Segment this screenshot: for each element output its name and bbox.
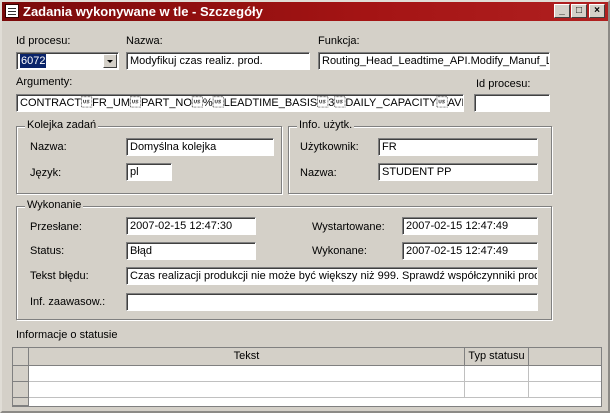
status-info-title: Informacje o statusie — [16, 329, 118, 341]
name-label: Nazwa: — [126, 35, 163, 47]
status-info-table[interactable]: Tekst Typ statusu — [12, 347, 602, 407]
user-label: Użytkownik: — [300, 141, 359, 153]
table-cell[interactable] — [29, 366, 465, 382]
process-id-value: 6072 — [20, 54, 47, 68]
process-id-combo[interactable]: 6072 — [16, 52, 119, 70]
error-text-field[interactable]: Czas realizacji produkcji nie może być w… — [126, 267, 538, 285]
arguments-label: Argumenty: — [16, 76, 73, 88]
language-label: Język: — [30, 167, 62, 179]
user-name-field[interactable]: STUDENT PP — [378, 163, 538, 181]
execution-title: Wykonanie — [25, 199, 84, 211]
column-header-status-type[interactable]: Typ statusu — [465, 348, 529, 366]
table-cell[interactable] — [465, 382, 529, 398]
arguments-field[interactable]: CONTRACT FR_UM PART_NO % LEADTIME_BASIS … — [16, 94, 464, 112]
table-cell — [529, 366, 601, 382]
table-cell[interactable] — [29, 382, 465, 398]
language-field[interactable]: pl — [126, 163, 172, 181]
started-field[interactable]: 2007-02-15 12:47:49 — [402, 217, 538, 235]
sent-label: Przesłane: — [30, 221, 82, 233]
column-header-text[interactable]: Tekst — [29, 348, 465, 366]
user-name-label: Nazwa: — [300, 167, 337, 179]
chevron-down-icon[interactable] — [103, 54, 117, 68]
window-title: Zadania wykonywane w tle - Szczegóły — [23, 4, 263, 19]
window: Zadania wykonywane w tle - Szczegóły _ □… — [0, 0, 610, 413]
row-selector[interactable] — [13, 366, 29, 382]
table-corner — [13, 348, 29, 366]
user-info-group: Info. użytk. — [288, 119, 552, 194]
done-field[interactable]: 2007-02-15 12:47:49 — [402, 242, 538, 260]
function-label: Funkcja: — [318, 35, 360, 47]
title-bar[interactable]: Zadania wykonywane w tle - Szczegóły _ □… — [2, 2, 608, 21]
process-id2-label: Id procesu: — [476, 78, 531, 90]
process-id-label: Id procesu: — [16, 35, 71, 47]
process-id2-field[interactable] — [474, 94, 550, 112]
table-cell[interactable] — [465, 366, 529, 382]
job-queue-group: Kolejka zadań — [16, 119, 282, 194]
queue-name-field[interactable]: Domyślna kolejka — [126, 138, 274, 156]
function-field[interactable]: Routing_Head_Leadtime_API.Modify_Manuf_L — [318, 52, 550, 70]
form-icon — [5, 4, 19, 18]
row-selector[interactable] — [13, 398, 29, 406]
maximize-button[interactable]: □ — [571, 4, 587, 18]
advanced-info-label: Inf. zaawasow.: — [30, 296, 106, 308]
row-selector[interactable] — [13, 382, 29, 398]
user-field[interactable]: FR — [378, 138, 538, 156]
done-label: Wykonane: — [312, 245, 367, 257]
job-queue-title: Kolejka zadań — [25, 119, 99, 131]
started-label: Wystartowane: — [312, 221, 385, 233]
user-info-title: Info. użytk. — [297, 119, 355, 131]
status-label: Status: — [30, 245, 65, 257]
minimize-button[interactable]: _ — [554, 4, 570, 18]
column-header-filler — [529, 348, 601, 366]
close-button[interactable]: × — [589, 4, 605, 18]
advanced-info-field[interactable] — [126, 293, 538, 311]
status-field[interactable]: Błąd — [126, 242, 256, 260]
name-field[interactable]: Modyfikuj czas realiz. prod. — [126, 52, 310, 70]
error-text-label: Tekst błędu: — [30, 270, 89, 282]
queue-name-label: Nazwa: — [30, 141, 67, 153]
sent-field[interactable]: 2007-02-15 12:47:30 — [126, 217, 256, 235]
table-cell — [529, 382, 601, 398]
